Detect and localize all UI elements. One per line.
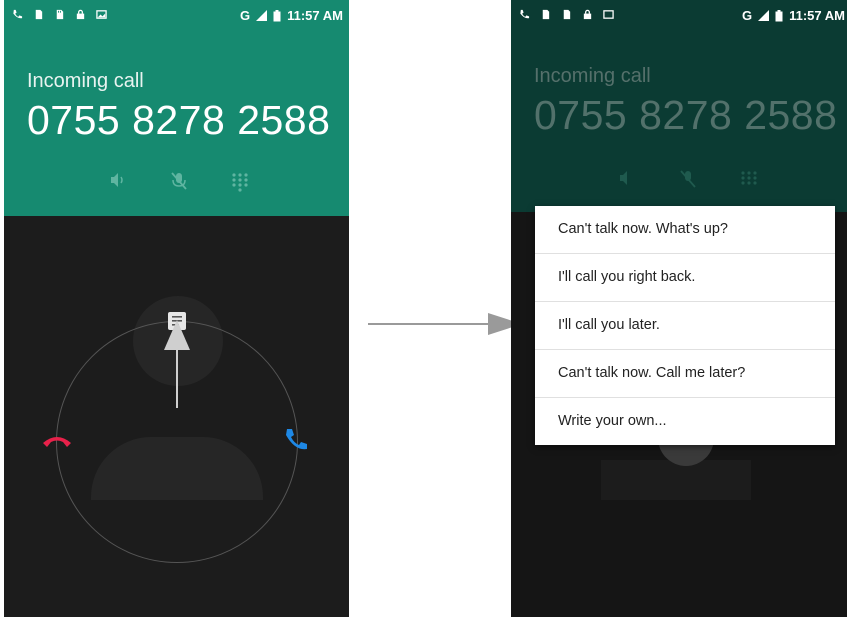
mute-icon <box>680 170 696 188</box>
lock-icon <box>583 9 592 20</box>
call-header-dimmed: G 11:57 AM Incoming call 0755 8278 2588 <box>511 0 847 212</box>
swipe-up-arrow-icon <box>164 320 190 408</box>
image-icon <box>603 10 614 19</box>
call-controls <box>618 170 758 190</box>
sim-card-icon <box>542 9 550 20</box>
sd-card-icon <box>56 9 64 20</box>
battery-icon <box>775 9 783 21</box>
network-type: G <box>239 8 251 23</box>
call-header: G 11:57 AM Incoming call 0755 8278 2588 <box>4 0 349 216</box>
status-bar: G 11:57 AM <box>511 0 847 31</box>
battery-icon <box>273 9 281 21</box>
decline-icon[interactable] <box>41 429 73 449</box>
quick-response-item[interactable]: I'll call you right back. <box>535 254 835 302</box>
status-time: 11:57 AM <box>287 8 343 23</box>
quick-response-screen: G 11:57 AM Incoming call 0755 8278 2588 … <box>511 0 847 617</box>
caller-number: 0755 8278 2588 <box>27 97 331 143</box>
call-controls <box>109 172 249 192</box>
quick-response-item[interactable]: I'll call you later. <box>535 302 835 350</box>
network-type: G <box>741 8 753 23</box>
avatar-body <box>601 460 751 500</box>
caller-number: 0755 8278 2588 <box>534 92 838 138</box>
sd-card-icon <box>563 9 571 20</box>
status-bar: G 11:57 AM <box>4 0 349 31</box>
transition-arrow <box>368 323 494 325</box>
quick-response-item[interactable]: Can't talk now. What's up? <box>535 206 835 254</box>
incoming-call-screen: G 11:57 AM Incoming call 0755 8278 2588 <box>4 0 349 617</box>
speaker-icon <box>620 171 627 185</box>
quick-response-item[interactable]: Can't talk now. Call me later? <box>535 350 835 398</box>
signal-icon <box>758 10 770 21</box>
incoming-call-label: Incoming call <box>534 65 651 87</box>
speaker-icon[interactable] <box>109 172 127 188</box>
phone-status-icon <box>520 9 530 19</box>
dialpad-icon[interactable] <box>231 172 249 192</box>
answer-icon[interactable] <box>283 427 309 453</box>
signal-icon <box>256 10 268 21</box>
quick-response-menu: Can't talk now. What's up? I'll call you… <box>535 206 835 445</box>
image-icon <box>96 10 107 19</box>
incoming-call-label: Incoming call <box>27 70 144 92</box>
status-time: 11:57 AM <box>789 8 845 23</box>
dialpad-icon <box>741 171 757 185</box>
sim-card-icon <box>35 9 43 20</box>
phone-status-icon <box>13 9 23 19</box>
write-own-response-item[interactable]: Write your own... <box>535 398 835 445</box>
lock-icon <box>76 9 85 20</box>
mute-icon[interactable] <box>170 172 188 190</box>
